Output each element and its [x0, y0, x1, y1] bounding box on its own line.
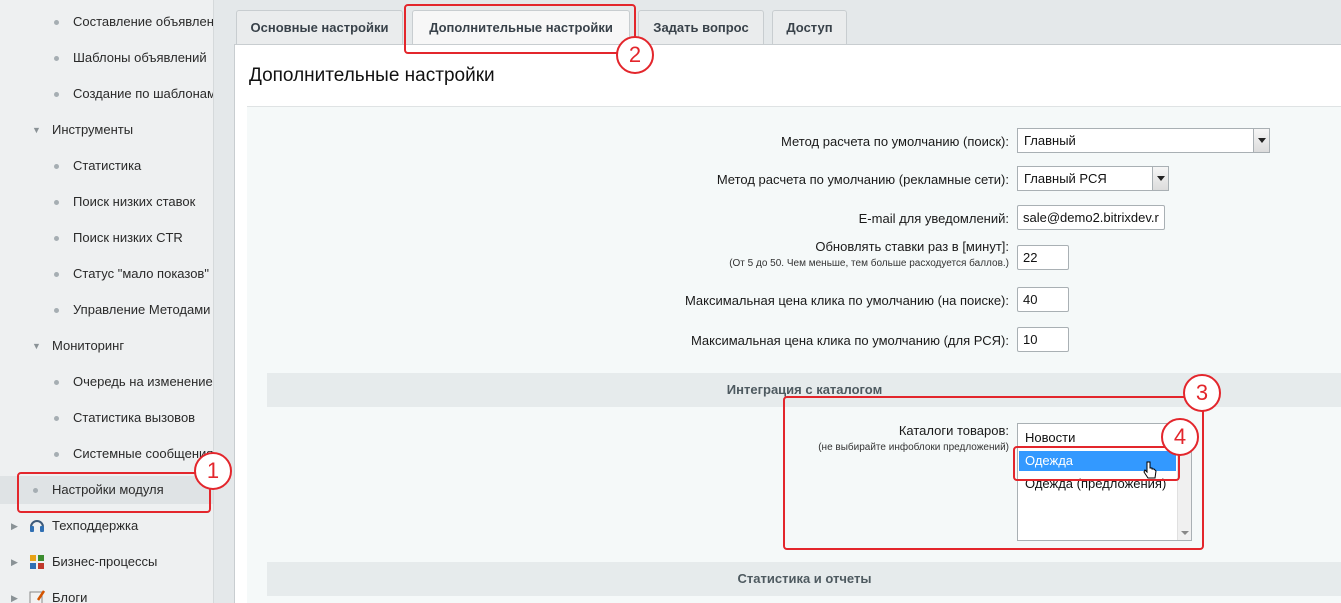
sidebar-item-label: Техподдержка — [52, 518, 139, 533]
sidebar-item-support[interactable]: ▶ Техподдержка — [0, 512, 213, 540]
update-interval-hint: (От 5 до 50. Чем меньше, тем больше расх… — [729, 258, 1009, 269]
sidebar-item-call-statistics[interactable]: Статистика вызовов — [0, 404, 213, 432]
max-rsya-price-field[interactable]: 10 — [1017, 327, 1069, 352]
sidebar-item-label: Статистика вызовов — [73, 410, 196, 425]
bullet-icon — [54, 308, 59, 313]
annotation-badge-3: 3 — [1183, 374, 1221, 412]
hand-cursor-icon — [1143, 461, 1157, 479]
bullet-icon — [54, 200, 59, 205]
sidebar-item-label: Поиск низких ставок — [73, 194, 196, 209]
ad-method-label: Метод расчета по умолчанию (рекламные се… — [716, 172, 1009, 187]
max-search-price-label: Максимальная цена клика по умолчанию (на… — [684, 293, 1009, 308]
sidebar-item-label: Бизнес-процессы — [52, 554, 158, 569]
sidebar-item-label: Статус "мало показов" — [73, 266, 209, 281]
max-rsya-price-label: Максимальная цена клика по умолчанию (дл… — [690, 333, 1009, 348]
email-label: E-mail для уведомлений: — [858, 211, 1009, 226]
page-title: Дополнительные настройки — [249, 65, 495, 86]
sidebar-item-label: Составление объявлений — [73, 14, 214, 29]
bullet-icon — [54, 452, 59, 457]
search-method-select[interactable]: Главный — [1017, 128, 1270, 153]
sidebar-item-label: Управление Методами — [73, 302, 211, 317]
bullet-icon — [54, 164, 59, 169]
annotation-badge-1: 1 — [194, 452, 232, 490]
bullet-icon — [54, 272, 59, 277]
sidebar-item-create-from-templates[interactable]: Создание по шаблонам — [0, 80, 214, 108]
collapsed-triangle-icon[interactable]: ▶ — [11, 521, 18, 531]
search-method-label: Метод расчета по умолчанию (поиск): — [781, 134, 1009, 149]
bullet-icon — [54, 20, 59, 25]
sidebar-item-label: Мониторинг — [52, 338, 125, 353]
tab-ask-question[interactable]: Задать вопрос — [638, 10, 764, 44]
sidebar-item-ad-templates[interactable]: Шаблоны объявлений — [0, 44, 213, 72]
annotation-badge-2: 2 — [616, 36, 654, 74]
sidebar-item-low-ctr[interactable]: Поиск низких CTR — [0, 224, 213, 252]
annotation-box-2 — [404, 4, 636, 54]
expanded-triangle-icon[interactable]: ▼ — [32, 125, 41, 135]
headset-icon — [30, 520, 44, 532]
blog-icon — [29, 590, 45, 603]
chevron-down-icon[interactable] — [1152, 167, 1168, 190]
sidebar-item-label: Инструменты — [52, 122, 134, 137]
ad-method-select[interactable]: Главный РСЯ — [1017, 166, 1169, 191]
sidebar-item-tools[interactable]: ▼ Инструменты — [0, 116, 213, 144]
collapsed-triangle-icon[interactable]: ▶ — [11, 557, 18, 567]
expanded-triangle-icon[interactable]: ▼ — [32, 341, 41, 351]
tab-main-settings[interactable]: Основные настройки — [236, 10, 403, 44]
sidebar-item-ad-composition[interactable]: Составление объявлений — [0, 8, 214, 36]
sidebar-item-low-bids[interactable]: Поиск низких ставок — [0, 188, 213, 216]
chevron-down-icon[interactable] — [1253, 129, 1269, 152]
sidebar-item-monitoring[interactable]: ▼ Мониторинг — [0, 332, 213, 360]
update-interval-label: Обновлять ставки раз в [минут]: — [815, 239, 1009, 254]
sidebar-item-label: Создание по шаблонам — [73, 86, 214, 101]
bullet-icon — [54, 416, 59, 421]
tab-access[interactable]: Доступ — [772, 10, 847, 44]
search-method-value: Главный — [1024, 133, 1076, 148]
annotation-box-1 — [17, 472, 211, 513]
ad-method-value: Главный РСЯ — [1024, 171, 1107, 186]
sidebar-item-label: Очередь на изменение — [73, 374, 213, 389]
sidebar-item-blogs[interactable]: ▶ Блоги — [0, 584, 213, 603]
sidebar-item-few-impressions[interactable]: Статус "мало показов" — [0, 260, 213, 288]
sidebar-item-business-processes[interactable]: ▶ Бизнес-процессы — [0, 548, 213, 576]
bullet-icon — [54, 380, 59, 385]
bullet-icon — [54, 56, 59, 61]
max-search-price-field[interactable]: 40 — [1017, 287, 1069, 312]
bullet-icon — [54, 236, 59, 241]
bullet-icon — [54, 92, 59, 97]
sidebar-item-label: Системные сообщения — [73, 446, 214, 461]
update-interval-field[interactable]: 22 — [1017, 245, 1069, 270]
collapsed-triangle-icon[interactable]: ▶ — [11, 593, 18, 603]
annotation-badge-4: 4 — [1161, 418, 1199, 456]
sidebar-item-label: Поиск низких CTR — [73, 230, 183, 245]
sidebar-item-system-messages[interactable]: Системные сообщения — [0, 440, 214, 468]
stats-section-header: Статистика и отчеты — [267, 562, 1341, 596]
sidebar-item-label: Блоги — [52, 590, 88, 603]
business-process-icon — [30, 555, 44, 569]
email-field[interactable]: sale@demo2.bitrixdev.r — [1017, 205, 1165, 230]
sidebar-item-method-management[interactable]: Управление Методами — [0, 296, 213, 324]
sidebar-item-change-queue[interactable]: Очередь на изменение — [0, 368, 213, 396]
sidebar-item-label: Статистика — [73, 158, 142, 173]
sidebar-item-statistics[interactable]: Статистика — [0, 152, 213, 180]
sidebar-item-label: Шаблоны объявлений — [73, 50, 207, 65]
